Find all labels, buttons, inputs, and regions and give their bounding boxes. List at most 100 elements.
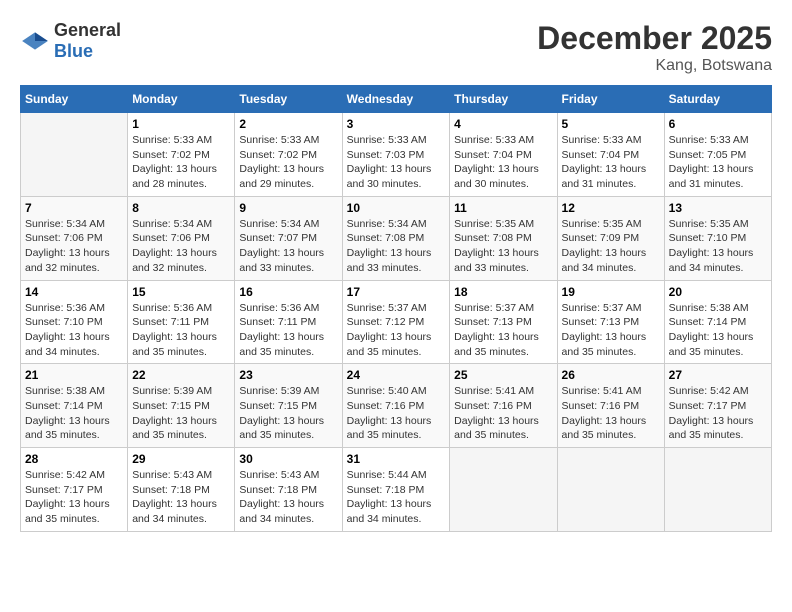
- day-number: 11: [454, 201, 552, 215]
- day-info: Sunrise: 5:34 AMSunset: 7:08 PMDaylight:…: [347, 217, 446, 276]
- day-number: 13: [669, 201, 767, 215]
- header-sunday: Sunday: [21, 86, 128, 113]
- calendar-week-2: 7 Sunrise: 5:34 AMSunset: 7:06 PMDaylight…: [21, 196, 772, 280]
- day-number: 14: [25, 285, 123, 299]
- day-number: 16: [239, 285, 337, 299]
- day-number: 8: [132, 201, 230, 215]
- day-info: Sunrise: 5:34 AMSunset: 7:06 PMDaylight:…: [25, 217, 123, 276]
- day-number: 26: [562, 368, 660, 382]
- logo-text-general: General: [54, 20, 121, 40]
- day-number: 31: [347, 452, 446, 466]
- day-info: Sunrise: 5:41 AMSunset: 7:16 PMDaylight:…: [454, 384, 552, 443]
- page-subtitle: Kang, Botswana: [537, 57, 772, 75]
- day-info: Sunrise: 5:34 AMSunset: 7:07 PMDaylight:…: [239, 217, 337, 276]
- calendar-cell: [450, 448, 557, 532]
- day-number: 15: [132, 285, 230, 299]
- calendar-cell: 11 Sunrise: 5:35 AMSunset: 7:08 PMDayligh…: [450, 196, 557, 280]
- header-tuesday: Tuesday: [235, 86, 342, 113]
- day-info: Sunrise: 5:42 AMSunset: 7:17 PMDaylight:…: [25, 468, 123, 527]
- day-number: 6: [669, 117, 767, 131]
- day-info: Sunrise: 5:42 AMSunset: 7:17 PMDaylight:…: [669, 384, 767, 443]
- calendar-cell: 3 Sunrise: 5:33 AMSunset: 7:03 PMDaylight…: [342, 113, 450, 197]
- day-number: 5: [562, 117, 660, 131]
- calendar-cell: 16 Sunrise: 5:36 AMSunset: 7:11 PMDayligh…: [235, 280, 342, 364]
- calendar-table: SundayMondayTuesdayWednesdayThursdayFrid…: [20, 85, 772, 532]
- calendar-cell: [664, 448, 771, 532]
- calendar-cell: 30 Sunrise: 5:43 AMSunset: 7:18 PMDayligh…: [235, 448, 342, 532]
- day-info: Sunrise: 5:43 AMSunset: 7:18 PMDaylight:…: [132, 468, 230, 527]
- day-number: 7: [25, 201, 123, 215]
- calendar-cell: 9 Sunrise: 5:34 AMSunset: 7:07 PMDaylight…: [235, 196, 342, 280]
- day-number: 20: [669, 285, 767, 299]
- calendar-cell: 13 Sunrise: 5:35 AMSunset: 7:10 PMDayligh…: [664, 196, 771, 280]
- logo-icon: [20, 31, 50, 51]
- day-info: Sunrise: 5:34 AMSunset: 7:06 PMDaylight:…: [132, 217, 230, 276]
- calendar-cell: 23 Sunrise: 5:39 AMSunset: 7:15 PMDayligh…: [235, 364, 342, 448]
- day-info: Sunrise: 5:37 AMSunset: 7:13 PMDaylight:…: [454, 301, 552, 360]
- day-number: 10: [347, 201, 446, 215]
- header-friday: Friday: [557, 86, 664, 113]
- day-info: Sunrise: 5:37 AMSunset: 7:12 PMDaylight:…: [347, 301, 446, 360]
- day-number: 24: [347, 368, 446, 382]
- day-number: 28: [25, 452, 123, 466]
- header-monday: Monday: [128, 86, 235, 113]
- day-number: 18: [454, 285, 552, 299]
- calendar-cell: 14Sunrise: 5:36 AMSunset: 7:10 PMDayligh…: [21, 280, 128, 364]
- calendar-cell: 24 Sunrise: 5:40 AMSunset: 7:16 PMDayligh…: [342, 364, 450, 448]
- day-info: Sunrise: 5:36 AMSunset: 7:11 PMDaylight:…: [239, 301, 337, 360]
- calendar-cell: 28 Sunrise: 5:42 AMSunset: 7:17 PMDayligh…: [21, 448, 128, 532]
- calendar-cell: 21 Sunrise: 5:38 AMSunset: 7:14 PMDayligh…: [21, 364, 128, 448]
- calendar-cell: 27 Sunrise: 5:42 AMSunset: 7:17 PMDayligh…: [664, 364, 771, 448]
- day-number: 25: [454, 368, 552, 382]
- day-info: Sunrise: 5:40 AMSunset: 7:16 PMDaylight:…: [347, 384, 446, 443]
- calendar-cell: 31 Sunrise: 5:44 AMSunset: 7:18 PMDayligh…: [342, 448, 450, 532]
- calendar-week-3: 14Sunrise: 5:36 AMSunset: 7:10 PMDayligh…: [21, 280, 772, 364]
- day-number: 2: [239, 117, 337, 131]
- calendar-cell: 19Sunrise: 5:37 AMSunset: 7:13 PMDayligh…: [557, 280, 664, 364]
- calendar-cell: 15 Sunrise: 5:36 AMSunset: 7:11 PMDayligh…: [128, 280, 235, 364]
- day-info: Sunrise: 5:41 AMSunset: 7:16 PMDaylight:…: [562, 384, 660, 443]
- day-number: 22: [132, 368, 230, 382]
- calendar-week-5: 28 Sunrise: 5:42 AMSunset: 7:17 PMDayligh…: [21, 448, 772, 532]
- day-info: Sunrise: 5:38 AMSunset: 7:14 PMDaylight:…: [25, 384, 123, 443]
- day-info: Sunrise: 5:44 AMSunset: 7:18 PMDaylight:…: [347, 468, 446, 527]
- calendar-cell: 5 Sunrise: 5:33 AMSunset: 7:04 PMDaylight…: [557, 113, 664, 197]
- day-info: Sunrise: 5:33 AMSunset: 7:04 PMDaylight:…: [562, 133, 660, 192]
- calendar-cell: [21, 113, 128, 197]
- day-number: 30: [239, 452, 337, 466]
- day-info: Sunrise: 5:35 AMSunset: 7:08 PMDaylight:…: [454, 217, 552, 276]
- day-number: 23: [239, 368, 337, 382]
- day-number: 29: [132, 452, 230, 466]
- day-info: Sunrise: 5:43 AMSunset: 7:18 PMDaylight:…: [239, 468, 337, 527]
- calendar-cell: [557, 448, 664, 532]
- day-info: Sunrise: 5:36 AMSunset: 7:11 PMDaylight:…: [132, 301, 230, 360]
- day-info: Sunrise: 5:39 AMSunset: 7:15 PMDaylight:…: [132, 384, 230, 443]
- page-title: December 2025: [537, 20, 772, 57]
- day-number: 21: [25, 368, 123, 382]
- calendar-cell: 26 Sunrise: 5:41 AMSunset: 7:16 PMDayligh…: [557, 364, 664, 448]
- day-info: Sunrise: 5:33 AMSunset: 7:03 PMDaylight:…: [347, 133, 446, 192]
- header-thursday: Thursday: [450, 86, 557, 113]
- day-number: 3: [347, 117, 446, 131]
- day-number: 27: [669, 368, 767, 382]
- day-info: Sunrise: 5:39 AMSunset: 7:15 PMDaylight:…: [239, 384, 337, 443]
- day-info: Sunrise: 5:35 AMSunset: 7:10 PMDaylight:…: [669, 217, 767, 276]
- day-info: Sunrise: 5:33 AMSunset: 7:02 PMDaylight:…: [239, 133, 337, 192]
- calendar-cell: 1Sunrise: 5:33 AMSunset: 7:02 PMDaylight…: [128, 113, 235, 197]
- day-number: 9: [239, 201, 337, 215]
- header-saturday: Saturday: [664, 86, 771, 113]
- day-number: 17: [347, 285, 446, 299]
- calendar-cell: 20Sunrise: 5:38 AMSunset: 7:14 PMDayligh…: [664, 280, 771, 364]
- calendar-cell: 6 Sunrise: 5:33 AMSunset: 7:05 PMDaylight…: [664, 113, 771, 197]
- header-wednesday: Wednesday: [342, 86, 450, 113]
- day-info: Sunrise: 5:33 AMSunset: 7:02 PMDaylight:…: [132, 133, 230, 192]
- calendar-cell: 2 Sunrise: 5:33 AMSunset: 7:02 PMDaylight…: [235, 113, 342, 197]
- calendar-cell: 12Sunrise: 5:35 AMSunset: 7:09 PMDayligh…: [557, 196, 664, 280]
- day-info: Sunrise: 5:33 AMSunset: 7:05 PMDaylight:…: [669, 133, 767, 192]
- day-info: Sunrise: 5:33 AMSunset: 7:04 PMDaylight:…: [454, 133, 552, 192]
- calendar-cell: 25 Sunrise: 5:41 AMSunset: 7:16 PMDayligh…: [450, 364, 557, 448]
- calendar-week-1: 1Sunrise: 5:33 AMSunset: 7:02 PMDaylight…: [21, 113, 772, 197]
- calendar-cell: 8 Sunrise: 5:34 AMSunset: 7:06 PMDaylight…: [128, 196, 235, 280]
- calendar-cell: 10 Sunrise: 5:34 AMSunset: 7:08 PMDayligh…: [342, 196, 450, 280]
- calendar-cell: 18 Sunrise: 5:37 AMSunset: 7:13 PMDayligh…: [450, 280, 557, 364]
